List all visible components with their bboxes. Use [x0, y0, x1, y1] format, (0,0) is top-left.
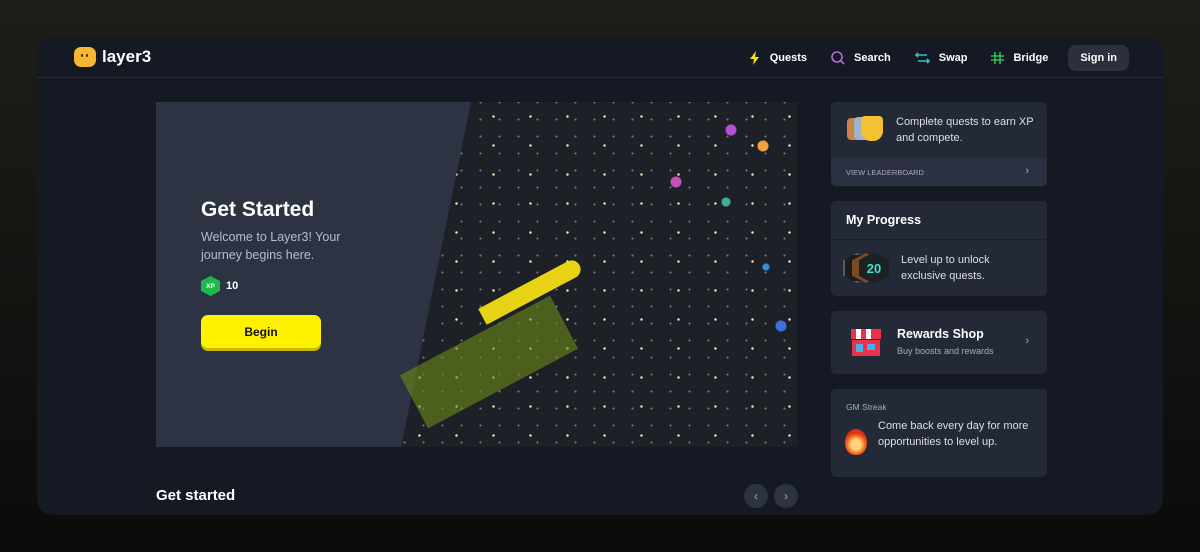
nav: Quests Search Swap Bridge Sign in — [749, 45, 1129, 71]
xp-icon: XP — [201, 276, 220, 296]
hero-banner: Get Started Welcome to Layer3! Your jour… — [156, 102, 798, 447]
view-leaderboard-label: VIEW LEADERBOARD — [846, 168, 924, 177]
sign-in-button[interactable]: Sign in — [1068, 45, 1129, 71]
progress-title: My Progress — [846, 213, 922, 227]
gm-streak-card: GM Streak Come back every day for more o… — [831, 389, 1047, 477]
prev-arrow-button[interactable]: ‹ — [744, 484, 768, 508]
header: layer3 Quests Search Swap Bridge Sign in — [37, 37, 1163, 78]
nav-label: Swap — [938, 52, 968, 64]
leaderboard-badges-icon — [847, 116, 883, 142]
view-leaderboard-link[interactable]: VIEW LEADERBOARD › — [831, 158, 1047, 186]
nav-swap[interactable]: Swap — [914, 52, 968, 64]
level-badge-icon: 20 — [843, 252, 889, 284]
hero-title: Get Started — [201, 198, 315, 221]
xp-value: 10 — [226, 280, 239, 292]
next-arrow-button[interactable]: › — [774, 484, 798, 508]
swap-icon — [914, 52, 930, 64]
shop-icon — [851, 329, 881, 356]
app-window: layer3 Quests Search Swap Bridge Sign in… — [37, 37, 1163, 515]
nav-search[interactable]: Search — [831, 51, 891, 65]
lightning-icon — [749, 51, 759, 65]
progress-text: Level up to unlock exclusive quests. — [901, 254, 990, 282]
rewards-shop-card[interactable]: Rewards Shop Buy boosts and rewards › — [831, 311, 1047, 374]
leaderboard-text: Complete quests to earn XP and compete. — [896, 116, 1034, 144]
hero-subtitle: Welcome to Layer3! Your journey begins h… — [201, 230, 341, 262]
fire-hand-icon — [845, 429, 867, 455]
streak-text: Come back every day for more opportuniti… — [878, 420, 1029, 448]
nav-label: Bridge — [1013, 52, 1049, 64]
nav-quests[interactable]: Quests — [749, 51, 807, 65]
layer3-logo-icon — [74, 47, 96, 67]
xp-reward: XP 10 — [201, 276, 371, 296]
streak-label: GM Streak — [846, 402, 887, 412]
nav-label: Quests — [769, 52, 808, 64]
shop-title: Rewards Shop — [897, 327, 984, 341]
leaderboard-card: Complete quests to earn XP and compete. … — [831, 102, 1047, 186]
nav-bridge[interactable]: Bridge — [991, 52, 1048, 64]
section-title: Get started — [156, 487, 236, 504]
logo[interactable]: layer3 — [74, 47, 151, 67]
bridge-icon — [991, 52, 1005, 64]
search-icon — [831, 51, 845, 65]
nav-label: Search — [854, 52, 891, 64]
begin-button[interactable]: Begin — [201, 315, 321, 348]
shop-subtitle: Buy boosts and rewards — [897, 346, 994, 356]
chevron-right-icon: › — [1025, 165, 1029, 177]
logo-text: layer3 — [102, 47, 152, 66]
my-progress-card: My Progress 20 Level up to unlock exclus… — [831, 201, 1047, 296]
chevron-right-icon: › — [1025, 335, 1029, 347]
